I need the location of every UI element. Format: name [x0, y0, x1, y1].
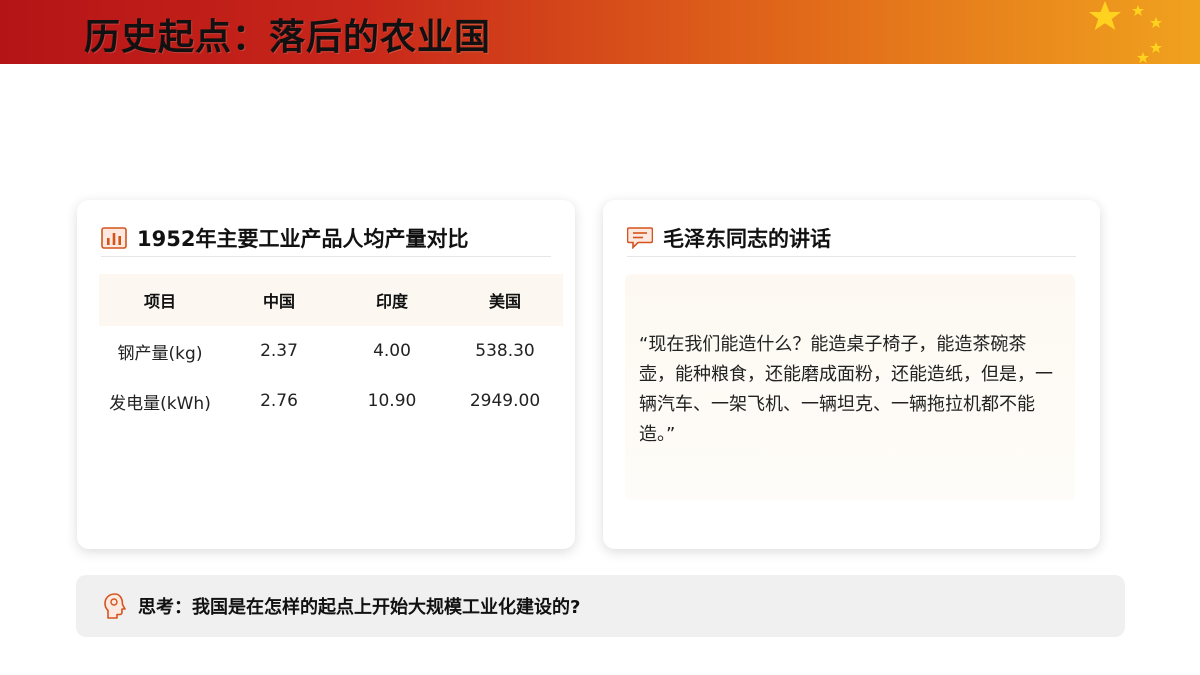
table-cell: 4.00 — [373, 341, 411, 361]
page-title: 历史起点：落后的农业国 — [84, 17, 492, 58]
speech-bubble-icon — [627, 227, 653, 249]
table-cell: 2.76 — [260, 391, 298, 411]
table-cell: 2.37 — [260, 341, 298, 361]
card-title: 1952年主要工业产品人均产量对比 — [137, 227, 469, 251]
quote-box: “现在我们能造什么？能造桌子椅子，能造茶碗茶壶，能种粮食，还能磨成面粉，还能造纸… — [625, 274, 1075, 500]
column-header: 中国 — [221, 274, 337, 326]
column-header: 印度 — [337, 274, 447, 326]
quote-text: “现在我们能造什么？能造桌子椅子，能造茶碗茶壶，能种粮食，还能磨成面粉，还能造纸… — [639, 334, 1053, 445]
think-question-bar: 思考：我国是在怎样的起点上开始大规模工业化建设的? — [76, 575, 1125, 637]
table-row: 发电量(kWh) 2.76 10.90 2949.00 — [99, 376, 563, 426]
output-comparison-table: 项目 中国 印度 美国 钢产量(kg) 2.37 4.00 538.30 发电量… — [99, 274, 563, 426]
quote-card: 毛泽东同志的讲话 “现在我们能造什么？能造桌子椅子，能造茶碗茶壶，能种粮食，还能… — [603, 200, 1100, 549]
card-title: 毛泽东同志的讲话 — [663, 227, 831, 251]
table-cell: 10.90 — [367, 391, 417, 411]
table-cell: 2949.00 — [469, 391, 541, 411]
small-star-icon — [1137, 52, 1149, 63]
head-thinking-icon — [102, 592, 128, 620]
table-cell: 钢产量(kg) — [117, 343, 203, 364]
header-bar: 历史起点：落后的农业国 — [0, 0, 1200, 64]
industrial-output-card: 1952年主要工业产品人均产量对比 项目 中国 印度 美国 钢产量(kg) 2.… — [77, 200, 575, 549]
table-cell: 发电量(kWh) — [109, 393, 211, 414]
slide: 历史起点：落后的农业国 1952年主要工业产品人均产量对比 项目 中国 印度 美… — [0, 0, 1200, 675]
bar-chart-icon — [101, 227, 127, 249]
table-header-row: 项目 中国 印度 美国 — [99, 274, 563, 326]
think-question-text: 思考：我国是在怎样的起点上开始大规模工业化建设的? — [138, 597, 581, 618]
stars-decoration-icon — [1089, 1, 1162, 63]
card-header: 毛泽东同志的讲话 — [627, 220, 1076, 257]
small-star-icon — [1132, 5, 1144, 16]
card-header: 1952年主要工业产品人均产量对比 — [101, 220, 551, 257]
column-header: 美国 — [447, 274, 563, 326]
small-star-icon — [1150, 42, 1162, 53]
table-row: 钢产量(kg) 2.37 4.00 538.30 — [99, 326, 563, 376]
table-cell: 538.30 — [475, 341, 535, 361]
column-header: 项目 — [99, 274, 221, 326]
small-star-icon — [1150, 17, 1162, 28]
large-star-icon — [1089, 1, 1121, 30]
